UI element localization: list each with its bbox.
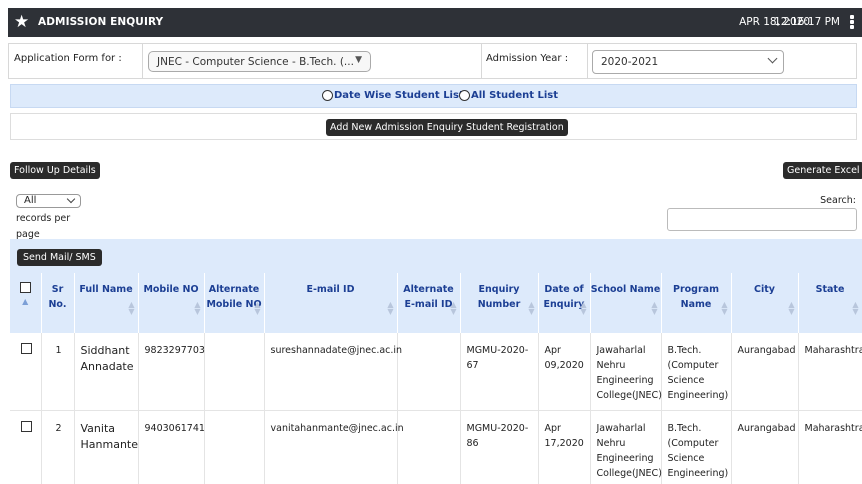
table-toolbar: Send Mail/ SMS: [10, 239, 862, 273]
cell-school: Jawaharlal Nehru Engineering College(JNE…: [590, 410, 662, 484]
sort-icon: ▲ ▼: [128, 300, 135, 316]
radio-icon[interactable]: [459, 90, 470, 101]
search-label: Search:: [820, 195, 856, 206]
enquiry-table-container: Send Mail/ SMS ▲ Sr No. Full Name ▲ ▼ Mo…: [10, 239, 862, 484]
application-form-select[interactable]: JNEC - Computer Science - B.Tech. (... ▼: [148, 51, 371, 72]
records-per-page-select[interactable]: All: [16, 194, 81, 208]
cell-alt-email: [397, 333, 461, 411]
sort-icon: ▲ ▼: [580, 300, 587, 316]
date-wise-radio[interactable]: Date Wise Student List: [322, 90, 464, 101]
cell-date: Apr 09,2020: [538, 333, 591, 411]
cell-state: Maharashtra: [798, 333, 862, 411]
cell-email: sureshannadate@jnec.ac.in: [264, 333, 402, 411]
cell-school: Jawaharlal Nehru Engineering College(JNE…: [590, 333, 662, 411]
col-header-state[interactable]: State ▲ ▼: [798, 273, 862, 333]
admission-year-select[interactable]: 2020-2021: [592, 50, 784, 74]
generate-excel-button[interactable]: Generate Excel: [783, 162, 862, 179]
add-new-enquiry-button[interactable]: Add New Admission Enquiry Student Regist…: [326, 119, 568, 136]
sort-icon: ▲ ▼: [651, 300, 658, 316]
cell-full-name: Siddhant Annadate: [74, 333, 139, 411]
sort-icon: ▲ ▼: [254, 300, 261, 316]
enquiry-table: ▲ Sr No. Full Name ▲ ▼ Mobile NO ▲ ▼ Alter…: [10, 273, 862, 484]
star-icon: ★: [14, 12, 30, 32]
col-header-city[interactable]: City ▲ ▼: [731, 273, 799, 333]
cell-mobile: 9823297703: [138, 333, 205, 411]
cell-program: B.Tech. (Computer Science Engineering): [661, 333, 732, 411]
all-students-radio[interactable]: All Student List: [459, 90, 558, 101]
select-all-header: ▲: [10, 273, 42, 333]
cell-alt-mobile: [204, 410, 265, 484]
cell-mobile: 9403061741: [138, 410, 205, 484]
col-header-program[interactable]: Program Name ▲ ▼: [661, 273, 732, 333]
search-input[interactable]: [667, 208, 857, 231]
list-type-radio-bar: Date Wise Student List All Student List: [10, 84, 857, 108]
cell-date: Apr 17,2020: [538, 410, 591, 484]
cell-full-name: Vanita Hanmante: [74, 410, 139, 484]
cell-city: Aurangabad: [731, 410, 799, 484]
admission-year-label: Admission Year :: [486, 53, 569, 64]
cell-city: Aurangabad: [731, 333, 799, 411]
radio-icon[interactable]: [322, 90, 333, 101]
table-header-row: ▲ Sr No. Full Name ▲ ▼ Mobile NO ▲ ▼ Alter…: [10, 273, 862, 333]
follow-up-details-button[interactable]: Follow Up Details: [10, 162, 100, 179]
sort-icon: ▲ ▼: [788, 300, 795, 316]
send-mail-sms-button[interactable]: Send Mail/ SMS: [17, 249, 102, 266]
application-form-row: Application Form for : JNEC - Computer S…: [8, 43, 857, 79]
kebab-menu-icon[interactable]: [849, 15, 855, 30]
cell-sr: 2: [41, 410, 75, 484]
chevron-down-icon: [66, 194, 76, 204]
col-header-sr[interactable]: Sr No.: [41, 273, 75, 333]
row-checkbox[interactable]: [20, 343, 32, 354]
header-time: 12:16:17 PM: [774, 16, 840, 28]
sort-icon: ▲ ▼: [721, 300, 728, 316]
title-bar: ★ ADMISSION ENQUIRY APR 18, 2020 12:16:1…: [8, 8, 862, 37]
sort-icon: ▲ ▼: [852, 300, 859, 316]
col-header-mobile[interactable]: Mobile NO ▲ ▼: [138, 273, 205, 333]
cell-email: vanitahanmante@jnec.ac.in: [264, 410, 404, 484]
caret-down-icon: ▼: [355, 55, 362, 65]
cell-alt-mobile: [204, 333, 265, 411]
select-all-checkbox[interactable]: [19, 282, 31, 293]
table-row: 1 Siddhant Annadate 9823297703 sureshann…: [10, 333, 862, 411]
cell-sr: 1: [41, 333, 75, 411]
sort-asc-icon: ▲: [22, 297, 29, 306]
col-header-alt-mobile[interactable]: Alternate Mobile NO ▲ ▼: [204, 273, 265, 333]
col-header-email[interactable]: E-mail ID ▲ ▼: [264, 273, 398, 333]
cell-enquiry-number: MGMU-2020-67: [460, 333, 539, 411]
chevron-down-icon: [767, 53, 778, 64]
add-new-row: Add New Admission Enquiry Student Regist…: [10, 113, 857, 140]
col-header-full-name[interactable]: Full Name ▲ ▼: [74, 273, 139, 333]
cell-alt-email: [397, 410, 461, 484]
sort-icon: ▲ ▼: [528, 300, 535, 316]
col-header-enquiry-number[interactable]: Enquiry Number ▲ ▼: [460, 273, 539, 333]
sort-icon: ▲ ▼: [387, 300, 394, 316]
cell-state: Maharashtra: [798, 410, 862, 484]
sort-icon: ▲ ▼: [194, 300, 201, 316]
col-header-date[interactable]: Date of Enquiry ▲ ▼: [538, 273, 591, 333]
row-checkbox[interactable]: [20, 420, 32, 432]
cell-program: B.Tech. (Computer Science Engineering): [661, 410, 732, 484]
cell-enquiry-number: MGMU-2020-86: [460, 410, 539, 484]
application-form-label: Application Form for :: [14, 53, 122, 64]
col-header-school[interactable]: School Name ▲ ▼: [590, 273, 662, 333]
table-row: 2 Vanita Hanmante 9403061741 vanitahanma…: [10, 410, 862, 484]
col-header-alt-email[interactable]: Alternate E-mail ID ▲ ▼: [397, 273, 461, 333]
sort-icon: ▲ ▼: [450, 300, 457, 316]
page-title: ADMISSION ENQUIRY: [38, 16, 164, 28]
